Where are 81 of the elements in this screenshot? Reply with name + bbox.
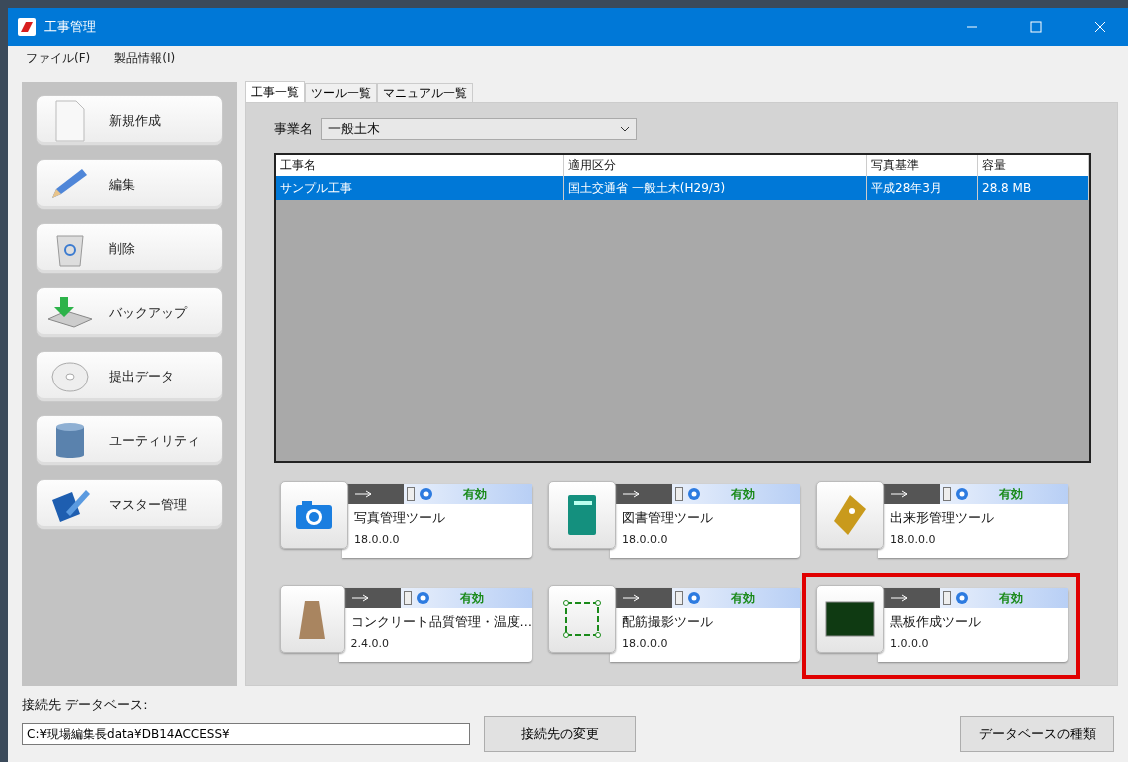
sidebar-button[interactable]: ユーティリティ <box>36 415 223 466</box>
usb-icon <box>354 490 372 498</box>
tool-card[interactable]: 有効 配筋撮影ツール 18.0.0.0 <box>610 588 800 662</box>
usb-icon <box>890 490 908 498</box>
menu-item[interactable]: ファイル(F) <box>26 49 91 67</box>
tool-name: 配筋撮影ツール <box>622 614 714 631</box>
sidebar-button[interactable]: 提出データ <box>36 351 223 402</box>
table-cell: 28.8 MB <box>978 176 1089 200</box>
disk-download-icon <box>46 294 94 331</box>
tool-card[interactable]: 有効 図書管理ツール 18.0.0.0 <box>610 484 800 558</box>
tool-icon-tile[interactable] <box>548 481 616 549</box>
radio-icon <box>415 591 430 605</box>
sidebar-button[interactable]: 編集 <box>36 159 223 210</box>
chevron-down-icon <box>620 126 630 132</box>
radio-icon <box>955 591 969 605</box>
menu-item[interactable]: 製品情報(I) <box>114 49 176 67</box>
blackboard-icon <box>825 601 875 637</box>
tool-name: 写真管理ツール <box>354 510 446 527</box>
status-text: 有効 <box>731 589 755 607</box>
sidebar-button[interactable]: バックアップ <box>36 287 223 338</box>
radio-icon <box>687 487 701 501</box>
tool-card[interactable]: 有効 コンクリート品質管理・温度… 2.4.0.0 <box>338 588 532 662</box>
slot-icon <box>943 591 951 605</box>
radio-icon <box>419 487 433 501</box>
tool-name: 図書管理ツール <box>622 510 714 527</box>
status-text: 有効 <box>463 485 487 503</box>
tool-name: コンクリート品質管理・温度… <box>350 614 532 631</box>
tool-name: 出来形管理ツール <box>890 510 995 527</box>
maximize-icon <box>1030 21 1042 33</box>
rebar-grid-icon <box>562 599 602 639</box>
tab[interactable]: ツール一覧 <box>305 83 377 102</box>
tool-version: 18.0.0.0 <box>354 533 401 546</box>
usb-icon <box>890 594 908 602</box>
app-logo-icon <box>18 18 36 36</box>
close-icon <box>1094 21 1106 33</box>
tool-card[interactable]: 有効 出来形管理ツール 18.0.0.0 <box>878 484 1068 558</box>
tool-version: 18.0.0.0 <box>622 533 669 546</box>
tool-icon-tile[interactable] <box>548 585 616 653</box>
tool-version: 2.4.0.0 <box>350 637 390 650</box>
project-label: 事業名 <box>274 120 313 138</box>
tool-version: 18.0.0.0 <box>622 637 669 650</box>
sidebar-button[interactable]: マスター管理 <box>36 479 223 530</box>
radio-icon <box>687 591 701 605</box>
sidebar-button[interactable]: 削除 <box>36 223 223 274</box>
tab[interactable]: マニュアル一覧 <box>377 83 473 102</box>
connection-label: 接続先 データベース: <box>22 696 149 714</box>
tool-version: 1.0.0.0 <box>890 637 930 650</box>
tool-name: 黒板作成ツール <box>890 614 982 631</box>
usb-icon <box>350 594 369 602</box>
tab[interactable]: 工事一覧 <box>245 81 305 102</box>
slot-icon <box>675 591 683 605</box>
project-dropdown[interactable]: 一般土木 <box>321 118 637 140</box>
table-cell: サンプル工事 <box>276 176 564 200</box>
usb-icon <box>622 490 640 498</box>
status-text: 有効 <box>731 485 755 503</box>
tool-icon-tile[interactable] <box>280 585 345 653</box>
window-title: 工事管理 <box>44 18 97 36</box>
tool-version: 18.0.0.0 <box>890 533 937 546</box>
table-cell: 国土交通省 一般土木(H29/3) <box>564 176 867 200</box>
tool-icon-tile[interactable] <box>280 481 348 549</box>
sidebar-button[interactable]: 新規作成 <box>36 95 223 146</box>
camera-icon <box>294 499 334 531</box>
tool-icon-tile[interactable] <box>816 585 884 653</box>
slot-icon <box>407 487 415 501</box>
status-text: 有効 <box>999 485 1023 503</box>
radio-icon <box>955 487 969 501</box>
table-row[interactable]: サンプル工事 国土交通省 一般土木(H29/3) 平成28年3月 28.8 MB <box>276 176 1089 200</box>
status-text: 有効 <box>459 589 484 607</box>
table-cell: 平成28年3月 <box>867 176 978 200</box>
tool-card[interactable]: 有効 写真管理ツール 18.0.0.0 <box>342 484 532 558</box>
change-connection-button[interactable]: 接続先の変更 <box>484 716 636 752</box>
tool-icon-tile[interactable] <box>816 481 884 549</box>
slot-icon <box>943 487 951 501</box>
disc-icon <box>48 359 92 394</box>
usb-icon <box>622 594 640 602</box>
connection-path-field[interactable]: C:¥現場編集長data¥DB14ACCESS¥ <box>22 723 470 745</box>
status-text: 有効 <box>999 589 1023 607</box>
slot-icon <box>675 487 683 501</box>
slot-icon <box>403 591 412 605</box>
tool-card[interactable]: 有効 黒板作成ツール 1.0.0.0 <box>878 588 1068 662</box>
database-type-button[interactable]: データベースの種類 <box>960 716 1114 752</box>
